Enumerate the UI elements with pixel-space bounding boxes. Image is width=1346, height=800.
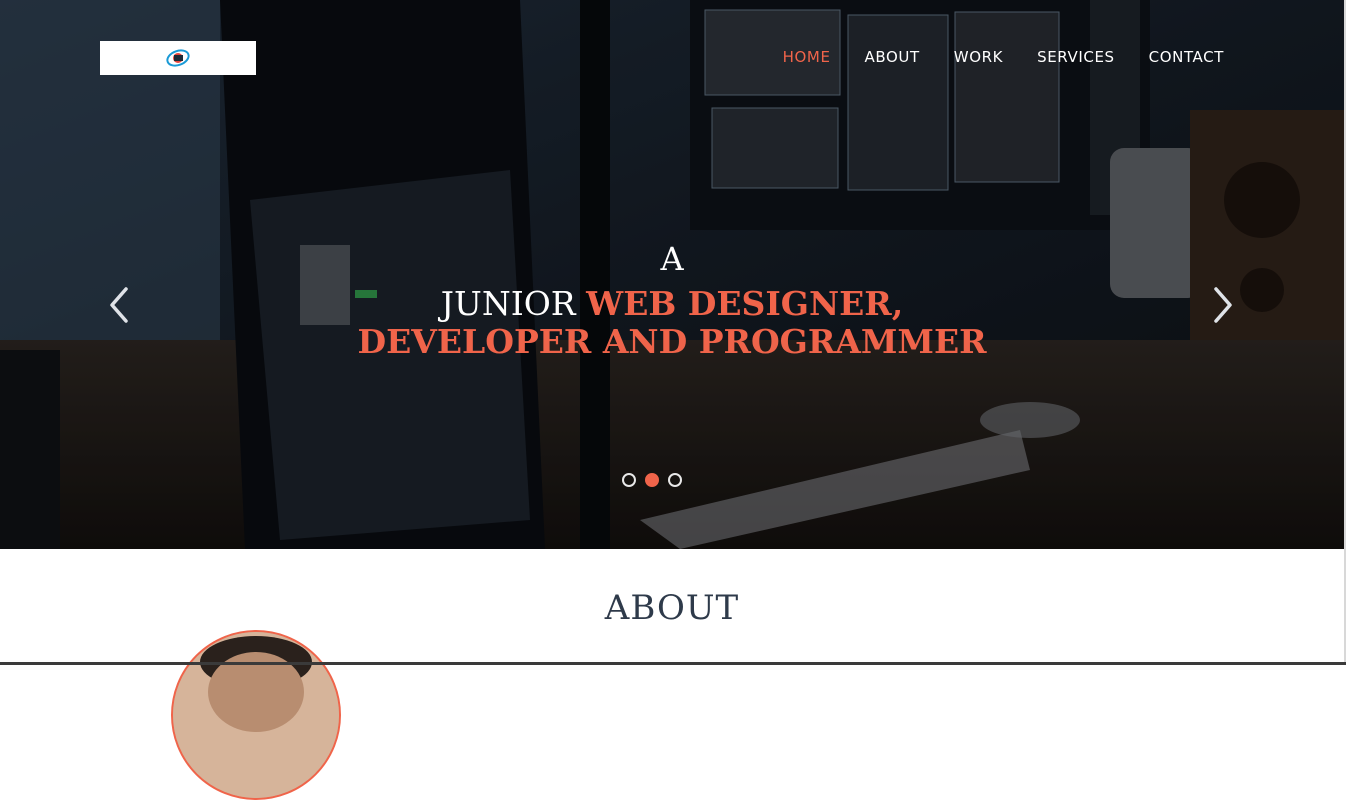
hero-line-1: A bbox=[660, 240, 684, 278]
nav-home[interactable]: HOME bbox=[783, 46, 831, 68]
nav-contact[interactable]: CONTACT bbox=[1149, 46, 1224, 68]
nav-services[interactable]: SERVICES bbox=[1037, 46, 1115, 68]
carousel-prev-button[interactable] bbox=[106, 284, 136, 326]
carousel-dot-1[interactable] bbox=[622, 473, 636, 487]
hero-line-2-plain: JUNIOR bbox=[440, 284, 587, 323]
nav-work[interactable]: WORK bbox=[954, 46, 1003, 68]
chevron-left-icon bbox=[110, 287, 128, 323]
carousel-dot-3[interactable] bbox=[668, 473, 682, 487]
hero-line-3: DEVELOPER AND PROGRAMMER bbox=[357, 322, 987, 361]
main-nav: HOME ABOUT WORK SERVICES CONTACT bbox=[783, 46, 1224, 68]
site-logo[interactable] bbox=[100, 41, 256, 75]
profile-photo bbox=[173, 632, 339, 798]
carousel-dot-2[interactable] bbox=[645, 473, 659, 487]
chevron-right-icon bbox=[1214, 287, 1232, 323]
nav-about[interactable]: ABOUT bbox=[865, 46, 920, 68]
hero-line-2: JUNIOR WEB DESIGNER, bbox=[0, 284, 1344, 323]
profile-avatar bbox=[171, 630, 341, 800]
hero-line-2-accent: WEB DESIGNER, bbox=[586, 284, 904, 323]
about-section-title: ABOUT bbox=[604, 588, 740, 628]
carousel-indicators bbox=[622, 473, 682, 487]
logo-icon bbox=[166, 49, 190, 67]
carousel-next-button[interactable] bbox=[1206, 284, 1236, 326]
hero-carousel: HOME ABOUT WORK SERVICES CONTACT A JUNIO… bbox=[0, 0, 1344, 549]
